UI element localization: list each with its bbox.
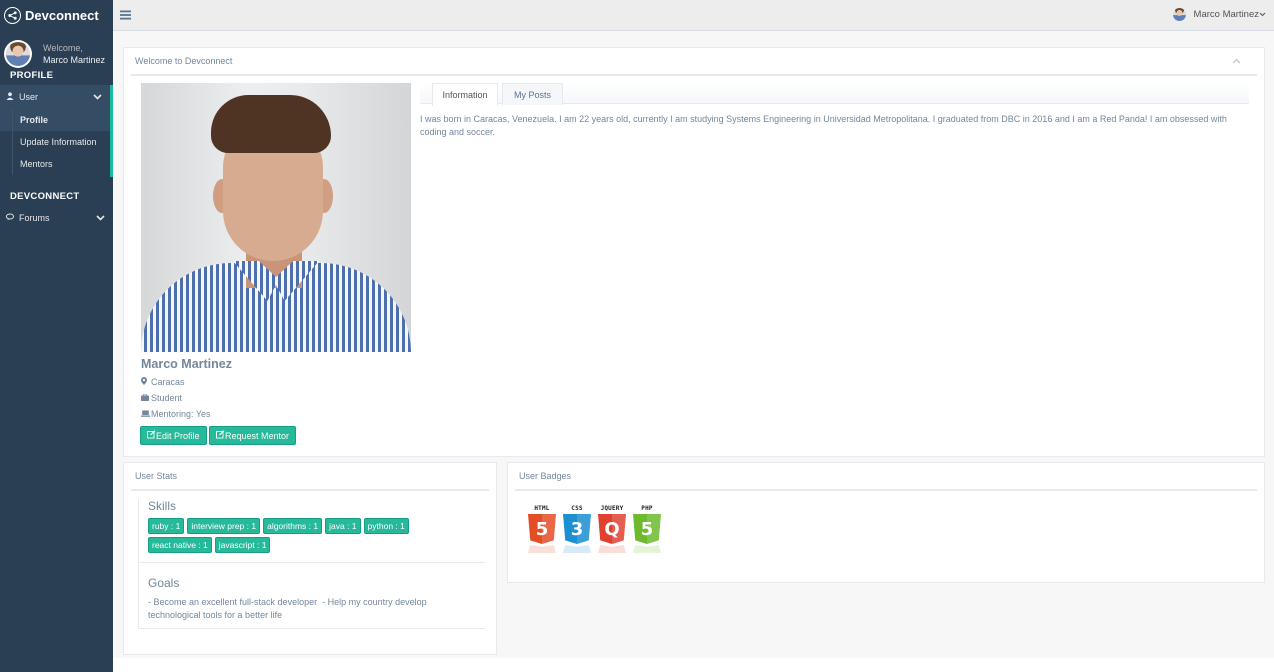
php-badge: PHP 5 [633, 505, 661, 553]
profile-name: Marco Martinez [141, 357, 232, 371]
divider [139, 562, 485, 563]
css3-badge: CSS 3 [563, 505, 591, 553]
profile-panel: Welcome to Devconnect Marco Martinez Car… [123, 47, 1265, 457]
sidebar-user-name: Marco Martinez [43, 55, 106, 65]
section-title-profile: PROFILE [10, 70, 54, 81]
sidebar-item-label: User [19, 92, 39, 102]
brand[interactable]: Devconnect [0, 0, 113, 30]
sidebar-item-label: Forums [19, 213, 50, 223]
user-icon [6, 92, 16, 102]
avatar [4, 40, 32, 68]
hamburger-menu-icon[interactable] [120, 7, 131, 23]
html5-badge: HTML 5 [528, 505, 556, 553]
sidebar: Devconnect Welcome, Marco Martinez PROFI… [0, 0, 113, 672]
skill-tag: java : 1 [325, 518, 361, 534]
panel-title: User Badges [519, 471, 572, 481]
user-stats-panel: User Stats Skills ruby : 1 interview pre… [123, 462, 497, 655]
skill-tag: python : 1 [363, 518, 409, 534]
skill-tag: ruby : 1 [148, 518, 185, 534]
profile-location: Caracas [141, 377, 185, 387]
chevron-down-icon [96, 213, 105, 223]
skills-list: ruby : 1 interview prep : 1 algorithms :… [139, 513, 439, 553]
edit-profile-button[interactable]: Edit Profile [140, 426, 207, 445]
skill-tag: react native : 1 [148, 537, 212, 553]
welcome-text: Welcome, [43, 43, 83, 53]
php-icon: 5 [633, 514, 661, 544]
top-nav: Marco Martinez [113, 0, 1274, 31]
user-dropdown[interactable]: Marco Martinez [1172, 8, 1266, 21]
comments-icon [5, 213, 16, 223]
laptop-icon [141, 410, 150, 419]
panel-title: User Stats [135, 471, 178, 481]
jquery-badge: JQUERY Q [598, 505, 626, 553]
sidebar-item-mentors[interactable]: Mentors [0, 153, 110, 175]
sidebar-item-user[interactable]: User [0, 85, 113, 109]
html5-icon: 5 [528, 514, 556, 544]
skill-tag: algorithms : 1 [263, 518, 323, 534]
tab-information[interactable]: Information [432, 83, 498, 106]
sidebar-item-profile[interactable]: Profile [0, 109, 110, 131]
section-title-devconnect: DEVCONNECT [10, 191, 80, 202]
edit-icon [216, 430, 225, 441]
profile-occupation: Student [141, 393, 182, 403]
user-submenu: Profile Update Information Mentors [0, 109, 113, 177]
request-mentor-button[interactable]: Request Mentor [209, 426, 297, 445]
profile-photo [141, 83, 411, 352]
sidebar-item-update-information[interactable]: Update Information [0, 131, 110, 153]
share-icon [4, 6, 21, 24]
chevron-up-icon[interactable] [1232, 56, 1241, 67]
panel-title: Welcome to Devconnect [135, 56, 233, 66]
skill-tag: interview prep : 1 [187, 518, 261, 534]
tab-my-posts[interactable]: My Posts [502, 83, 563, 105]
avatar [1172, 8, 1186, 21]
skill-tag: javascript : 1 [214, 537, 271, 553]
about-text: I was born in Caracas, Venezuela. I am 2… [420, 114, 1227, 137]
profile-tabs: Information My Posts [420, 83, 1249, 106]
top-user-name: Marco Martinez [1193, 9, 1259, 20]
goals-text: - Become an excellent full-stack develop… [148, 597, 430, 620]
sidebar-item-forums[interactable]: Forums [0, 206, 113, 230]
edit-icon [147, 430, 156, 441]
badges-list: HTML 5 CSS 3 JQUERY Q PHP 5 [528, 505, 661, 553]
css3-icon: 3 [563, 514, 591, 544]
user-badges-panel: User Badges HTML 5 CSS 3 JQUERY Q PHP 5 [507, 462, 1265, 583]
sidebar-profile: Welcome, Marco Martinez [0, 30, 113, 68]
chevron-down-icon [1259, 9, 1266, 20]
briefcase-icon [141, 393, 149, 403]
profile-mentoring: Mentoring: Yes [141, 409, 211, 419]
goals-heading: Goals [148, 576, 180, 590]
brand-name: Devconnect [25, 7, 99, 23]
map-marker-icon [141, 377, 149, 387]
divider [139, 628, 485, 629]
chevron-down-icon [93, 92, 102, 102]
jquery-icon: Q [598, 514, 626, 544]
skills-heading: Skills [148, 499, 177, 513]
footer [113, 658, 1274, 672]
